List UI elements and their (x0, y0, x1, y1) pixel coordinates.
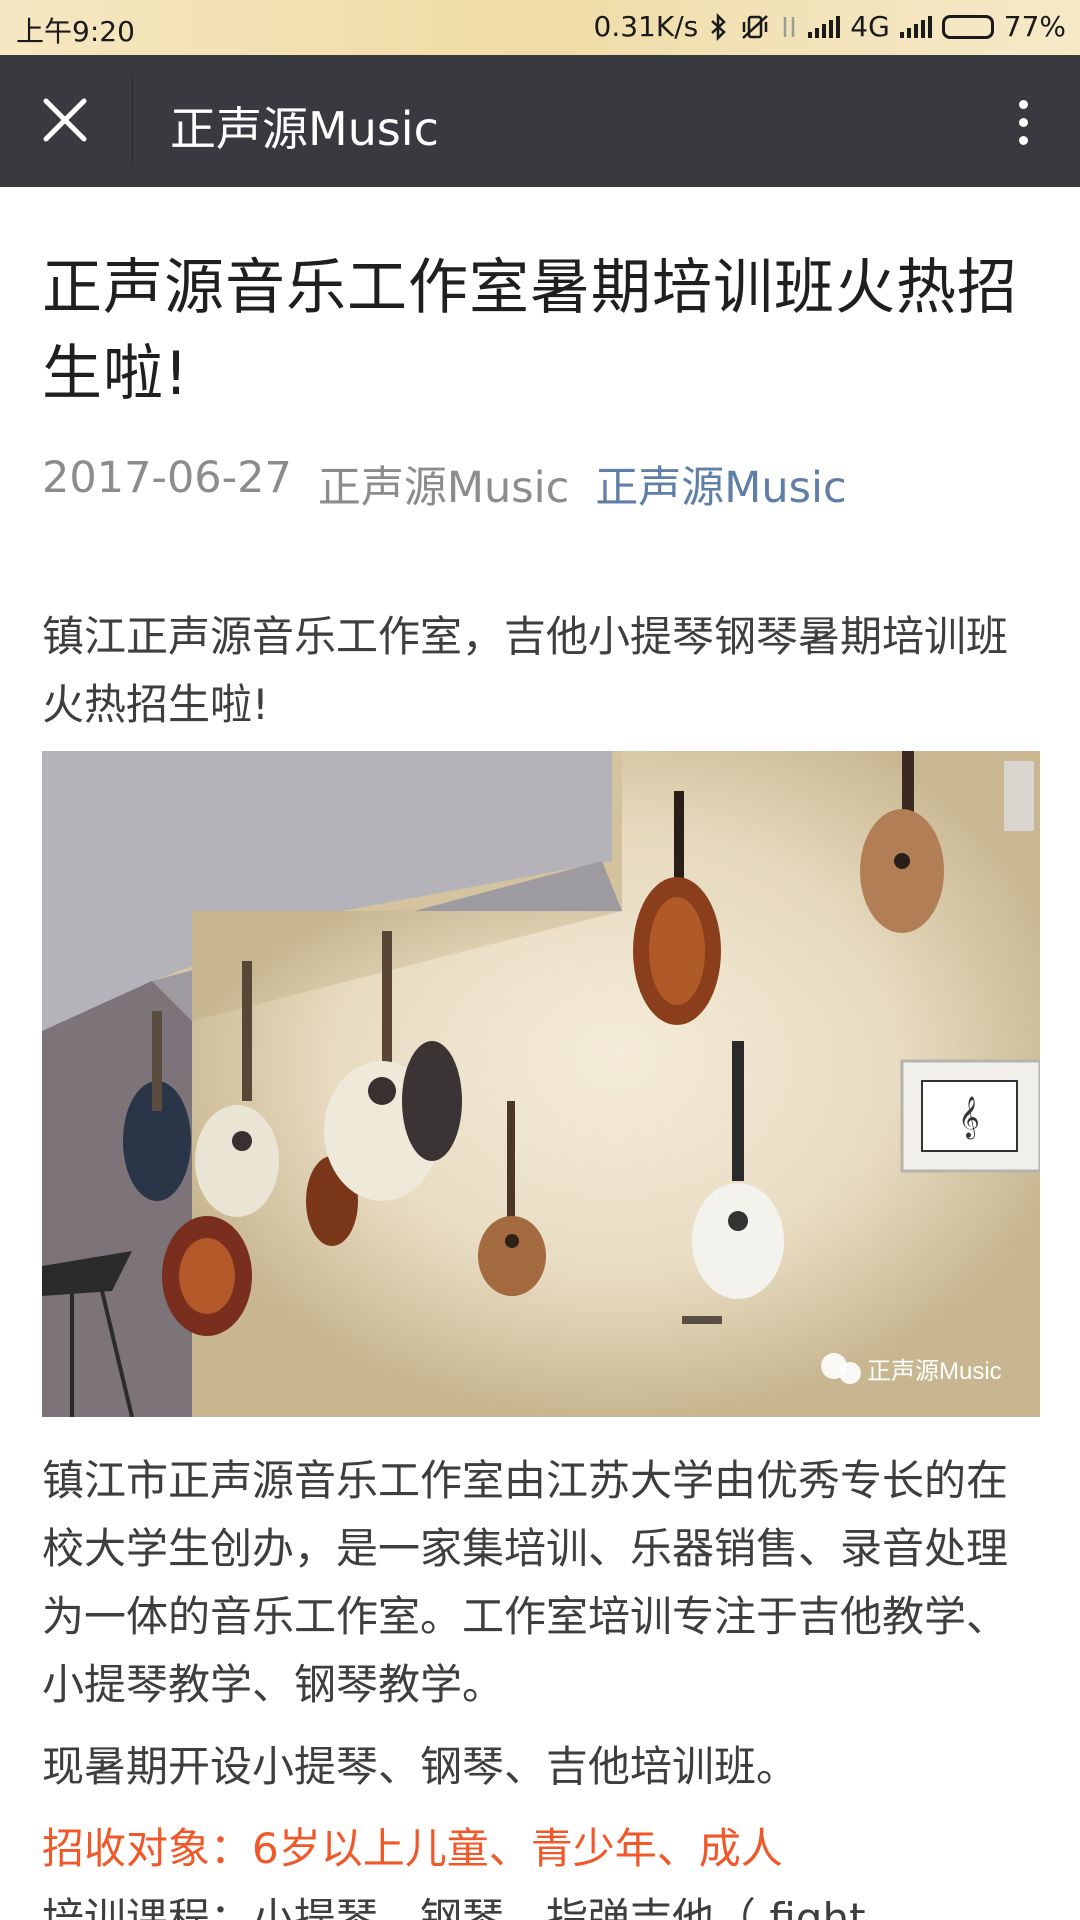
article-content: 正声源音乐工作室暑期培训班火热招生啦! 2017-06-27 正声源Music … (42, 187, 1040, 1920)
close-button[interactable] (28, 85, 102, 159)
article-meta: 2017-06-27 正声源Music 正声源Music (42, 453, 1038, 515)
intro-paragraph: 镇江正声源音乐工作室，吉他小提琴钢琴暑期培训班火热招生啦! (42, 612, 1009, 729)
top-navigation-bar: 正声源Music (0, 55, 1080, 187)
course-list: 培训课程：小提琴，钢琴，指弹吉他（ fight， (42, 1894, 908, 1920)
svg-text:𝄞: 𝄞 (958, 1096, 979, 1139)
article-date: 2017-06-27 (42, 453, 292, 503)
enrollment-target: 招收对象：6岁以上儿童、青少年、成人 (42, 1824, 783, 1873)
status-right-group: 0.31K/s 4G 77% (594, 10, 1066, 43)
nav-title: 正声源Music (170, 102, 439, 156)
battery-icon (941, 14, 994, 39)
battery-percent: 77% (1003, 10, 1066, 43)
status-bar: 上午9:20 0.31K/s 4G 77% (0, 0, 1080, 55)
close-icon (42, 97, 88, 147)
studio-description: 镇江市正声源音乐工作室由江苏大学由优秀专长的在校大学生创办，是一家集培训、乐器销… (42, 1456, 1009, 1709)
signal-strength-icon (808, 15, 841, 38)
more-vertical-icon (1018, 99, 1028, 109)
network-type: 4G (850, 10, 890, 43)
article-title: 正声源音乐工作室暑期培训班火热招生啦! (42, 253, 1018, 409)
data-transfer-icon (780, 13, 798, 41)
vibrate-mute-icon (740, 13, 770, 41)
bluetooth-icon (708, 12, 730, 41)
network-speed: 0.31K/s (593, 10, 699, 43)
article-author: 正声源Music (317, 463, 570, 513)
photo-watermark-text: 正声源Music (867, 1358, 1002, 1385)
more-button[interactable] (986, 85, 1060, 159)
account-link[interactable]: 正声源Music (595, 453, 846, 515)
summer-classes-text: 现暑期开设小提琴、钢琴、吉他培训班。 (42, 1742, 799, 1791)
article-photo[interactable]: 𝄞 正声源Music (42, 751, 1040, 1417)
instrument-wall-photo: 𝄞 正声源Music (42, 751, 1040, 1417)
signal-strength-2-icon (899, 15, 932, 38)
nav-divider (132, 77, 133, 165)
status-time: 上午9:20 (16, 15, 135, 48)
